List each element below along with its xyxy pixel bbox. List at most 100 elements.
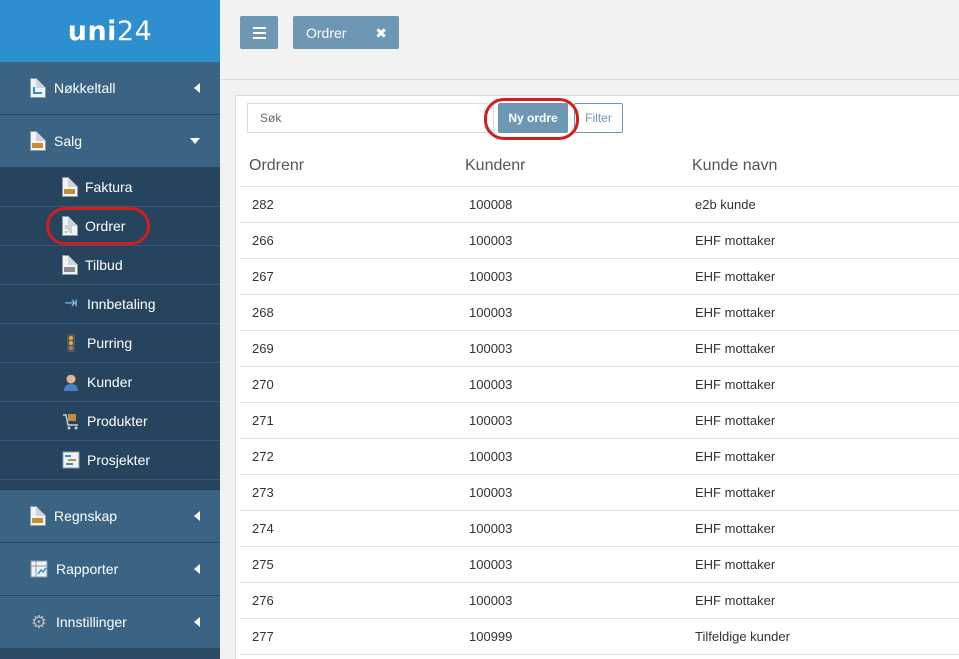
cell-ordrenr: 274: [252, 521, 274, 536]
table-row[interactable]: 266 100003 EHF mottaker: [240, 223, 959, 259]
reports-icon: [30, 559, 48, 579]
hamburger-icon: [252, 26, 266, 29]
sidebar-item-label: Innbetaling: [87, 296, 156, 312]
cell-kundenr: 100003: [469, 485, 513, 500]
customer-icon: [62, 372, 80, 392]
sidebar-item-produkter[interactable]: Produkter: [0, 402, 220, 441]
chevron-left-icon: [194, 83, 200, 93]
sidebar-item-label: Salg: [54, 133, 83, 149]
cell-kundenr: 100003: [469, 377, 513, 392]
table-row[interactable]: 268 100003 EHF mottaker: [240, 295, 959, 331]
table-row[interactable]: 275 100003 EHF mottaker: [240, 547, 959, 583]
sidebar-item-kunder[interactable]: Kunder: [0, 363, 220, 402]
sidebar-item-nokkeltall[interactable]: Nøkkeltall: [0, 62, 220, 115]
cell-kundenr: 100008: [469, 197, 513, 212]
cell-ordrenr: 277: [252, 629, 274, 644]
quote-doc-icon: [62, 255, 78, 275]
table-row[interactable]: 276 100003 EHF mottaker: [240, 583, 959, 619]
cell-ordrenr: 273: [252, 485, 274, 500]
orders-table: Ordrenr Kundenr Kunde navn 282 100008 e2b …: [240, 146, 959, 655]
cell-ordrenr: 275: [252, 557, 274, 572]
gear-icon: ⚙: [30, 612, 48, 632]
sidebar-item-rapporter[interactable]: Rapporter: [0, 543, 220, 596]
order-doc-icon: 🛒: [62, 216, 78, 236]
cell-kunde-navn: EHF mottaker: [695, 377, 776, 392]
filter-button[interactable]: Filter: [574, 103, 623, 133]
cell-kundenr: 100003: [469, 449, 513, 464]
column-header-kunde-navn[interactable]: Kunde navn: [683, 157, 959, 175]
cell-kunde-navn: Tilfeldige kunder: [695, 629, 790, 644]
search-input[interactable]: [247, 103, 494, 133]
sidebar-item-tilbud[interactable]: Tilbud: [0, 246, 220, 285]
cell-kundenr: 100003: [469, 521, 513, 536]
cell-ordrenr: 276: [252, 593, 274, 608]
table-row[interactable]: 273 100003 EHF mottaker: [240, 475, 959, 511]
cell-kundenr: 100999: [469, 629, 513, 644]
cell-ordrenr: 271: [252, 413, 274, 428]
hamburger-icon: [252, 36, 266, 39]
cell-kunde-navn: EHF mottaker: [695, 521, 776, 536]
column-header-kundenr[interactable]: Kundenr: [456, 157, 683, 175]
cell-kunde-navn: EHF mottaker: [695, 305, 776, 320]
table-row[interactable]: 272 100003 EHF mottaker: [240, 439, 959, 475]
sidebar-item-label: Tilbud: [85, 257, 123, 273]
table-row[interactable]: 269 100003 EHF mottaker: [240, 331, 959, 367]
sidebar-item-faktura[interactable]: Faktura: [0, 168, 220, 207]
sidebar-item-label: Regnskap: [54, 508, 118, 524]
tab-ordrer[interactable]: Ordrer ✖: [293, 16, 399, 49]
sidebar-item-ordrer[interactable]: 🛒 Ordrer: [0, 207, 220, 246]
cell-kunde-navn: EHF mottaker: [695, 557, 776, 572]
cell-ordrenr: 272: [252, 449, 274, 464]
payment-icon: ⇥: [64, 295, 78, 312]
cell-ordrenr: 267: [252, 269, 274, 284]
chevron-down-icon: [190, 138, 200, 144]
table-body: 282 100008 e2b kunde 266 100003 EHF mottaker 2…: [240, 187, 959, 655]
cell-kunde-navn: EHF mottaker: [695, 593, 776, 608]
sidebar-item-label: Kunder: [87, 374, 133, 390]
column-header-ordrenr[interactable]: Ordrenr: [240, 157, 456, 175]
cell-ordrenr: 270: [252, 377, 274, 392]
table-row[interactable]: 274 100003 EHF mottaker: [240, 511, 959, 547]
sidebar-item-prosjekter[interactable]: Prosjekter: [0, 441, 220, 480]
traffic-light-icon: [62, 333, 80, 353]
new-order-button[interactable]: Ny ordre: [498, 103, 568, 133]
sidebar-item-salg[interactable]: Salg: [0, 115, 220, 168]
table-row[interactable]: 282 100008 e2b kunde: [240, 187, 959, 223]
cell-ordrenr: 282: [252, 197, 274, 212]
sidebar-item-label: Rapporter: [56, 561, 119, 577]
orders-panel: Ny ordre Filter Ordrenr Kundenr Kunde na…: [235, 95, 959, 659]
sidebar-item-label: Ordrer: [85, 218, 126, 234]
hamburger-menu-button[interactable]: [240, 16, 278, 49]
cell-kunde-navn: EHF mottaker: [695, 449, 776, 464]
sidebar-item-purring[interactable]: Purring: [0, 324, 220, 363]
table-row[interactable]: 277 100999 Tilfeldige kunder: [240, 619, 959, 655]
cell-kundenr: 100003: [469, 269, 513, 284]
sidebar-item-label: Prosjekter: [87, 452, 151, 468]
logo[interactable]: uni24: [0, 0, 220, 62]
cell-kunde-navn: EHF mottaker: [695, 269, 776, 284]
cell-kundenr: 100003: [469, 305, 513, 320]
hamburger-icon: [252, 31, 266, 34]
sidebar-item-innstillinger[interactable]: ⚙ Innstillinger: [0, 596, 220, 649]
cell-ordrenr: 268: [252, 305, 274, 320]
cell-kunde-navn: EHF mottaker: [695, 233, 776, 248]
table-header: Ordrenr Kundenr Kunde navn: [240, 146, 959, 187]
logo-text: uni24: [67, 15, 153, 47]
sales-doc-icon: [30, 131, 46, 151]
sidebar-item-regnskap[interactable]: Regnskap: [0, 490, 220, 543]
cell-kundenr: 100003: [469, 341, 513, 356]
sidebar-item-label: Purring: [87, 335, 133, 351]
tab-label: Ordrer: [306, 24, 347, 41]
table-row[interactable]: 271 100003 EHF mottaker: [240, 403, 959, 439]
salg-submenu: Faktura 🛒 Ordrer Tilbud ⇥ Innbetaling Pu…: [0, 168, 220, 490]
sidebar: uni24 Nøkkeltall Salg Faktura 🛒 Ordrer T…: [0, 0, 220, 659]
topbar: Ordrer ✖: [220, 0, 959, 80]
close-icon[interactable]: ✖: [375, 25, 387, 42]
cell-kunde-navn: EHF mottaker: [695, 413, 776, 428]
sidebar-item-innbetaling[interactable]: ⇥ Innbetaling: [0, 285, 220, 324]
cell-kundenr: 100003: [469, 593, 513, 608]
chevron-left-icon: [194, 511, 200, 521]
sidebar-item-label: Innstillinger: [56, 614, 127, 630]
table-row[interactable]: 270 100003 EHF mottaker: [240, 367, 959, 403]
table-row[interactable]: 267 100003 EHF mottaker: [240, 259, 959, 295]
